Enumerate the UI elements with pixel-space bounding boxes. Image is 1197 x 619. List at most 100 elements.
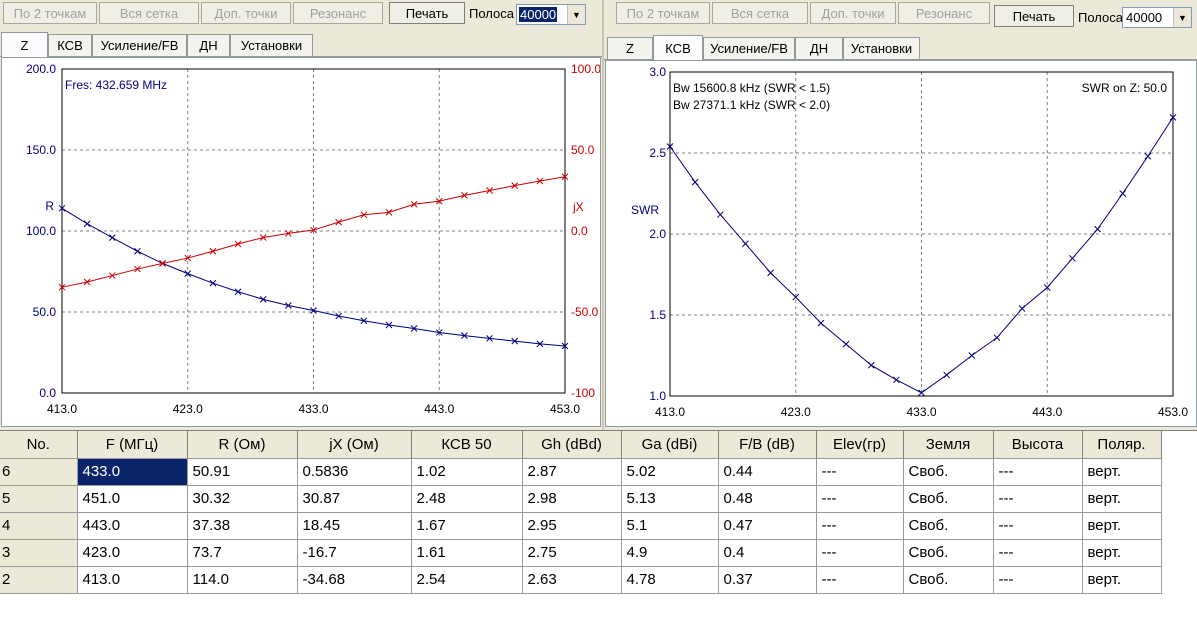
cell-frequency[interactable]: 413.0: [77, 566, 188, 594]
cell-elevation[interactable]: ---: [816, 485, 904, 513]
cell-resistance[interactable]: 30.32: [187, 485, 298, 513]
resonance-button[interactable]: Резонанс: [898, 2, 990, 24]
cell-swr[interactable]: 1.02: [411, 458, 523, 486]
cell-height[interactable]: ---: [993, 458, 1083, 486]
cell-polarization[interactable]: верт.: [1082, 512, 1162, 540]
extra-points-button[interactable]: Доп. точки: [810, 2, 896, 24]
cell-height[interactable]: ---: [993, 485, 1083, 513]
cell-ground[interactable]: Своб.: [903, 539, 994, 567]
band-value[interactable]: 40000: [519, 7, 558, 22]
col-gain-dbi-header[interactable]: Ga (dBi): [621, 431, 719, 459]
tab-swr[interactable]: КСВ: [653, 35, 703, 60]
cell-reactance[interactable]: 0.5836: [297, 458, 412, 486]
cell-number[interactable]: 5: [0, 485, 78, 513]
cell-resistance[interactable]: 37.38: [187, 512, 298, 540]
cell-gain-dbi[interactable]: 5.1: [621, 512, 719, 540]
cell-ground[interactable]: Своб.: [903, 485, 994, 513]
col-swr-header[interactable]: КСВ 50: [411, 431, 523, 459]
table-row[interactable]: 6 433.0 50.91 0.5836 1.02 2.87 5.02 0.44 --- Своб…: [0, 458, 1162, 486]
cell-polarization[interactable]: верт.: [1082, 566, 1162, 594]
col-frequency-header[interactable]: F (МГц): [77, 431, 188, 459]
cell-elevation[interactable]: ---: [816, 566, 904, 594]
extra-points-button[interactable]: Доп. точки: [201, 2, 291, 24]
cell-swr[interactable]: 1.67: [411, 512, 523, 540]
col-gain-dbd-header[interactable]: Gh (dBd): [522, 431, 622, 459]
cell-reactance[interactable]: -34.68: [297, 566, 412, 594]
cell-elevation[interactable]: ---: [816, 539, 904, 567]
cell-swr[interactable]: 2.48: [411, 485, 523, 513]
cell-gain-dbi[interactable]: 4.9: [621, 539, 719, 567]
cell-polarization[interactable]: верт.: [1082, 539, 1162, 567]
cell-height[interactable]: ---: [993, 566, 1083, 594]
cell-fb[interactable]: 0.48: [718, 485, 817, 513]
chevron-down-icon[interactable]: ▼: [1173, 8, 1191, 27]
tab-pattern[interactable]: ДН: [795, 37, 843, 59]
cell-frequency[interactable]: 451.0: [77, 485, 188, 513]
cell-ground[interactable]: Своб.: [903, 458, 994, 486]
cell-number[interactable]: 3: [0, 539, 78, 567]
cell-reactance[interactable]: -16.7: [297, 539, 412, 567]
cell-resistance[interactable]: 50.91: [187, 458, 298, 486]
band-combo[interactable]: 40000 ▼: [516, 4, 586, 25]
cell-height[interactable]: ---: [993, 512, 1083, 540]
table-row[interactable]: 5 451.0 30.32 30.87 2.48 2.98 5.13 0.48 --- Своб.…: [0, 485, 1162, 513]
col-ground-header[interactable]: Земля: [903, 431, 994, 459]
cell-height[interactable]: ---: [993, 539, 1083, 567]
cell-number[interactable]: 6: [0, 458, 78, 486]
cell-gain-dbd[interactable]: 2.75: [522, 539, 622, 567]
tab-z[interactable]: Z: [607, 37, 653, 59]
cell-gain-dbd[interactable]: 2.95: [522, 512, 622, 540]
by-two-points-button[interactable]: По 2 точкам: [616, 2, 710, 24]
tab-z[interactable]: Z: [1, 32, 48, 57]
cell-resistance[interactable]: 73.7: [187, 539, 298, 567]
cell-elevation[interactable]: ---: [816, 512, 904, 540]
tab-settings[interactable]: Установки: [843, 37, 920, 59]
cell-gain-dbd[interactable]: 2.63: [522, 566, 622, 594]
table-row[interactable]: 4 443.0 37.38 18.45 1.67 2.95 5.1 0.47 --- Своб. -…: [0, 512, 1162, 540]
cell-ground[interactable]: Своб.: [903, 566, 994, 594]
col-height-header[interactable]: Высота: [993, 431, 1083, 459]
cell-number[interactable]: 2: [0, 566, 78, 594]
col-reactance-header[interactable]: jX (Ом): [297, 431, 412, 459]
tab-pattern[interactable]: ДН: [187, 34, 230, 56]
table-row[interactable]: 3 423.0 73.7 -16.7 1.61 2.75 4.9 0.4 --- Своб. ---…: [0, 539, 1162, 567]
tab-settings[interactable]: Установки: [230, 34, 313, 56]
cell-fb[interactable]: 0.4: [718, 539, 817, 567]
cell-gain-dbd[interactable]: 2.87: [522, 458, 622, 486]
cell-gain-dbi[interactable]: 5.02: [621, 458, 719, 486]
cell-elevation[interactable]: ---: [816, 458, 904, 486]
cell-ground[interactable]: Своб.: [903, 512, 994, 540]
cell-fb[interactable]: 0.37: [718, 566, 817, 594]
resonance-button[interactable]: Резонанс: [293, 2, 383, 24]
col-fb-header[interactable]: F/B (dB): [718, 431, 817, 459]
whole-grid-button[interactable]: Вся сетка: [712, 2, 808, 24]
band-value[interactable]: 40000: [1125, 10, 1163, 25]
cell-fb[interactable]: 0.44: [718, 458, 817, 486]
cell-frequency[interactable]: 433.0: [77, 458, 188, 486]
col-elevation-header[interactable]: Elev(гр): [816, 431, 904, 459]
table-row[interactable]: 2 413.0 114.0 -34.68 2.54 2.63 4.78 0.37 --- Своб…: [0, 566, 1162, 594]
cell-polarization[interactable]: верт.: [1082, 485, 1162, 513]
cell-reactance[interactable]: 18.45: [297, 512, 412, 540]
by-two-points-button[interactable]: По 2 точкам: [3, 2, 97, 24]
cell-frequency[interactable]: 443.0: [77, 512, 188, 540]
cell-swr[interactable]: 1.61: [411, 539, 523, 567]
cell-fb[interactable]: 0.47: [718, 512, 817, 540]
cell-swr[interactable]: 2.54: [411, 566, 523, 594]
tab-gain-fb[interactable]: Усиление/FB: [92, 34, 187, 56]
cell-number[interactable]: 4: [0, 512, 78, 540]
print-button[interactable]: Печать: [389, 2, 465, 24]
cell-polarization[interactable]: верт.: [1082, 458, 1162, 486]
cell-frequency[interactable]: 423.0: [77, 539, 188, 567]
chevron-down-icon[interactable]: ▼: [567, 5, 585, 24]
col-resistance-header[interactable]: R (Ом): [187, 431, 298, 459]
cell-resistance[interactable]: 114.0: [187, 566, 298, 594]
cell-gain-dbi[interactable]: 5.13: [621, 485, 719, 513]
print-button[interactable]: Печать: [994, 5, 1074, 27]
band-combo[interactable]: 40000 ▼: [1122, 7, 1192, 28]
tab-gain-fb[interactable]: Усиление/FB: [703, 37, 795, 59]
cell-gain-dbd[interactable]: 2.98: [522, 485, 622, 513]
col-polarization-header[interactable]: Поляр.: [1082, 431, 1162, 459]
cell-gain-dbi[interactable]: 4.78: [621, 566, 719, 594]
col-number-header[interactable]: No.: [0, 431, 78, 459]
